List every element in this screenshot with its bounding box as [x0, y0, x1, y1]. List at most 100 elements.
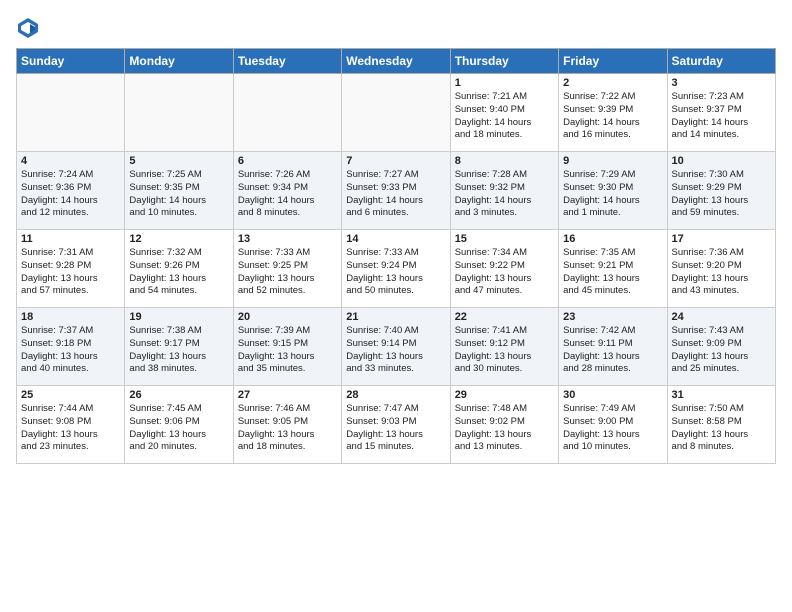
day-number: 28 — [346, 389, 445, 401]
day-info: Sunrise: 7:40 AM Sunset: 9:14 PM Dayligh… — [346, 325, 445, 376]
day-info: Sunrise: 7:45 AM Sunset: 9:06 PM Dayligh… — [129, 403, 228, 454]
day-info: Sunrise: 7:30 AM Sunset: 9:29 PM Dayligh… — [672, 169, 771, 220]
weekday-header-monday: Monday — [125, 49, 233, 74]
calendar-week-row: 18 Sunrise: 7:37 AM Sunset: 9:18 PM Dayli… — [17, 308, 776, 386]
calendar-cell: 10 Sunrise: 7:30 AM Sunset: 9:29 PM Dayli… — [667, 152, 775, 230]
calendar-cell: 26 Sunrise: 7:45 AM Sunset: 9:06 PM Dayli… — [125, 386, 233, 464]
calendar-cell: 23 Sunrise: 7:42 AM Sunset: 9:11 PM Dayli… — [559, 308, 667, 386]
day-info: Sunrise: 7:27 AM Sunset: 9:33 PM Dayligh… — [346, 169, 445, 220]
day-number: 24 — [672, 311, 771, 323]
calendar-cell: 28 Sunrise: 7:47 AM Sunset: 9:03 PM Dayli… — [342, 386, 450, 464]
calendar-cell: 25 Sunrise: 7:44 AM Sunset: 9:08 PM Dayli… — [17, 386, 125, 464]
day-info: Sunrise: 7:35 AM Sunset: 9:21 PM Dayligh… — [563, 247, 662, 298]
day-info: Sunrise: 7:24 AM Sunset: 9:36 PM Dayligh… — [21, 169, 120, 220]
calendar-cell: 4 Sunrise: 7:24 AM Sunset: 9:36 PM Daylig… — [17, 152, 125, 230]
calendar-cell: 15 Sunrise: 7:34 AM Sunset: 9:22 PM Dayli… — [450, 230, 558, 308]
day-number: 26 — [129, 389, 228, 401]
calendar-cell: 20Sunrise: 7:39 AM Sunset: 9:15 PM Dayli… — [233, 308, 341, 386]
day-number: 1 — [455, 77, 554, 89]
calendar-week-row: 11 Sunrise: 7:31 AM Sunset: 9:28 PM Dayli… — [17, 230, 776, 308]
day-info: Sunrise: 7:37 AM Sunset: 9:18 PM Dayligh… — [21, 325, 120, 376]
day-info: Sunrise: 7:25 AM Sunset: 9:35 PM Dayligh… — [129, 169, 228, 220]
calendar-week-row: 1 Sunrise: 7:21 AM Sunset: 9:40 PM Daylig… — [17, 74, 776, 152]
calendar-cell: 11 Sunrise: 7:31 AM Sunset: 9:28 PM Dayli… — [17, 230, 125, 308]
day-info: Sunrise: 7:41 AM Sunset: 9:12 PM Dayligh… — [455, 325, 554, 376]
day-info: Sunrise: 7:29 AM Sunset: 9:30 PM Dayligh… — [563, 169, 662, 220]
day-info: Sunrise: 7:46 AM Sunset: 9:05 PM Dayligh… — [238, 403, 337, 454]
calendar-cell: 17 Sunrise: 7:36 AM Sunset: 9:20 PM Dayli… — [667, 230, 775, 308]
calendar-cell: 27 Sunrise: 7:46 AM Sunset: 9:05 PM Dayli… — [233, 386, 341, 464]
weekday-header-row: SundayMondayTuesdayWednesdayThursdayFrid… — [17, 49, 776, 74]
calendar-week-row: 25 Sunrise: 7:44 AM Sunset: 9:08 PM Dayli… — [17, 386, 776, 464]
day-info: Sunrise: 7:42 AM Sunset: 9:11 PM Dayligh… — [563, 325, 662, 376]
day-info: Sunrise: 7:49 AM Sunset: 9:00 PM Dayligh… — [563, 403, 662, 454]
calendar-cell: 12Sunrise: 7:32 AM Sunset: 9:26 PM Dayli… — [125, 230, 233, 308]
calendar-cell: 1 Sunrise: 7:21 AM Sunset: 9:40 PM Daylig… — [450, 74, 558, 152]
day-number: 23 — [563, 311, 662, 323]
logo — [16, 16, 44, 40]
weekday-header-tuesday: Tuesday — [233, 49, 341, 74]
day-number: 31 — [672, 389, 771, 401]
calendar-cell: 7 Sunrise: 7:27 AM Sunset: 9:33 PM Daylig… — [342, 152, 450, 230]
day-number: 17 — [672, 233, 771, 245]
calendar-cell: 31 Sunrise: 7:50 AM Sunset: 8:58 PM Dayli… — [667, 386, 775, 464]
weekday-header-wednesday: Wednesday — [342, 49, 450, 74]
weekday-header-sunday: Sunday — [17, 49, 125, 74]
day-number: 12 — [129, 233, 228, 245]
day-number: 18 — [21, 311, 120, 323]
calendar-cell — [233, 74, 341, 152]
calendar-cell: 30 Sunrise: 7:49 AM Sunset: 9:00 PM Dayli… — [559, 386, 667, 464]
day-number: 27 — [238, 389, 337, 401]
calendar-cell: 6Sunrise: 7:26 AM Sunset: 9:34 PM Daylig… — [233, 152, 341, 230]
calendar-cell: 19Sunrise: 7:38 AM Sunset: 9:17 PM Dayli… — [125, 308, 233, 386]
day-info: Sunrise: 7:31 AM Sunset: 9:28 PM Dayligh… — [21, 247, 120, 298]
calendar-cell: 29 Sunrise: 7:48 AM Sunset: 9:02 PM Dayli… — [450, 386, 558, 464]
day-number: 22 — [455, 311, 554, 323]
calendar-cell: 24 Sunrise: 7:43 AM Sunset: 9:09 PM Dayli… — [667, 308, 775, 386]
logo-icon — [16, 16, 40, 40]
calendar-cell — [342, 74, 450, 152]
day-info: Sunrise: 7:33 AM Sunset: 9:25 PM Dayligh… — [238, 247, 337, 298]
day-number: 15 — [455, 233, 554, 245]
day-number: 25 — [21, 389, 120, 401]
day-number: 20 — [238, 311, 337, 323]
day-number: 4 — [21, 155, 120, 167]
day-number: 13 — [238, 233, 337, 245]
calendar-cell: 2Sunrise: 7:22 AM Sunset: 9:39 PM Daylig… — [559, 74, 667, 152]
day-info: Sunrise: 7:34 AM Sunset: 9:22 PM Dayligh… — [455, 247, 554, 298]
day-number: 5 — [129, 155, 228, 167]
calendar-cell: 22 Sunrise: 7:41 AM Sunset: 9:12 PM Dayli… — [450, 308, 558, 386]
day-number: 2 — [563, 77, 662, 89]
header — [16, 16, 776, 40]
calendar-week-row: 4 Sunrise: 7:24 AM Sunset: 9:36 PM Daylig… — [17, 152, 776, 230]
day-number: 30 — [563, 389, 662, 401]
day-info: Sunrise: 7:43 AM Sunset: 9:09 PM Dayligh… — [672, 325, 771, 376]
day-info: Sunrise: 7:36 AM Sunset: 9:20 PM Dayligh… — [672, 247, 771, 298]
day-number: 6 — [238, 155, 337, 167]
calendar-cell: 13 Sunrise: 7:33 AM Sunset: 9:25 PM Dayli… — [233, 230, 341, 308]
day-number: 10 — [672, 155, 771, 167]
calendar-table: SundayMondayTuesdayWednesdayThursdayFrid… — [16, 48, 776, 464]
weekday-header-thursday: Thursday — [450, 49, 558, 74]
day-info: Sunrise: 7:50 AM Sunset: 8:58 PM Dayligh… — [672, 403, 771, 454]
day-info: Sunrise: 7:44 AM Sunset: 9:08 PM Dayligh… — [21, 403, 120, 454]
day-info: Sunrise: 7:38 AM Sunset: 9:17 PM Dayligh… — [129, 325, 228, 376]
day-info: Sunrise: 7:21 AM Sunset: 9:40 PM Dayligh… — [455, 91, 554, 142]
day-number: 11 — [21, 233, 120, 245]
day-number: 7 — [346, 155, 445, 167]
calendar-cell: 18 Sunrise: 7:37 AM Sunset: 9:18 PM Dayli… — [17, 308, 125, 386]
day-number: 8 — [455, 155, 554, 167]
day-number: 29 — [455, 389, 554, 401]
weekday-header-friday: Friday — [559, 49, 667, 74]
calendar-cell — [125, 74, 233, 152]
day-info: Sunrise: 7:48 AM Sunset: 9:02 PM Dayligh… — [455, 403, 554, 454]
day-number: 3 — [672, 77, 771, 89]
calendar-cell: 14 Sunrise: 7:33 AM Sunset: 9:24 PM Dayli… — [342, 230, 450, 308]
day-info: Sunrise: 7:28 AM Sunset: 9:32 PM Dayligh… — [455, 169, 554, 220]
calendar-cell — [17, 74, 125, 152]
day-info: Sunrise: 7:47 AM Sunset: 9:03 PM Dayligh… — [346, 403, 445, 454]
calendar-cell: 21Sunrise: 7:40 AM Sunset: 9:14 PM Dayli… — [342, 308, 450, 386]
day-number: 14 — [346, 233, 445, 245]
day-info: Sunrise: 7:33 AM Sunset: 9:24 PM Dayligh… — [346, 247, 445, 298]
day-number: 9 — [563, 155, 662, 167]
